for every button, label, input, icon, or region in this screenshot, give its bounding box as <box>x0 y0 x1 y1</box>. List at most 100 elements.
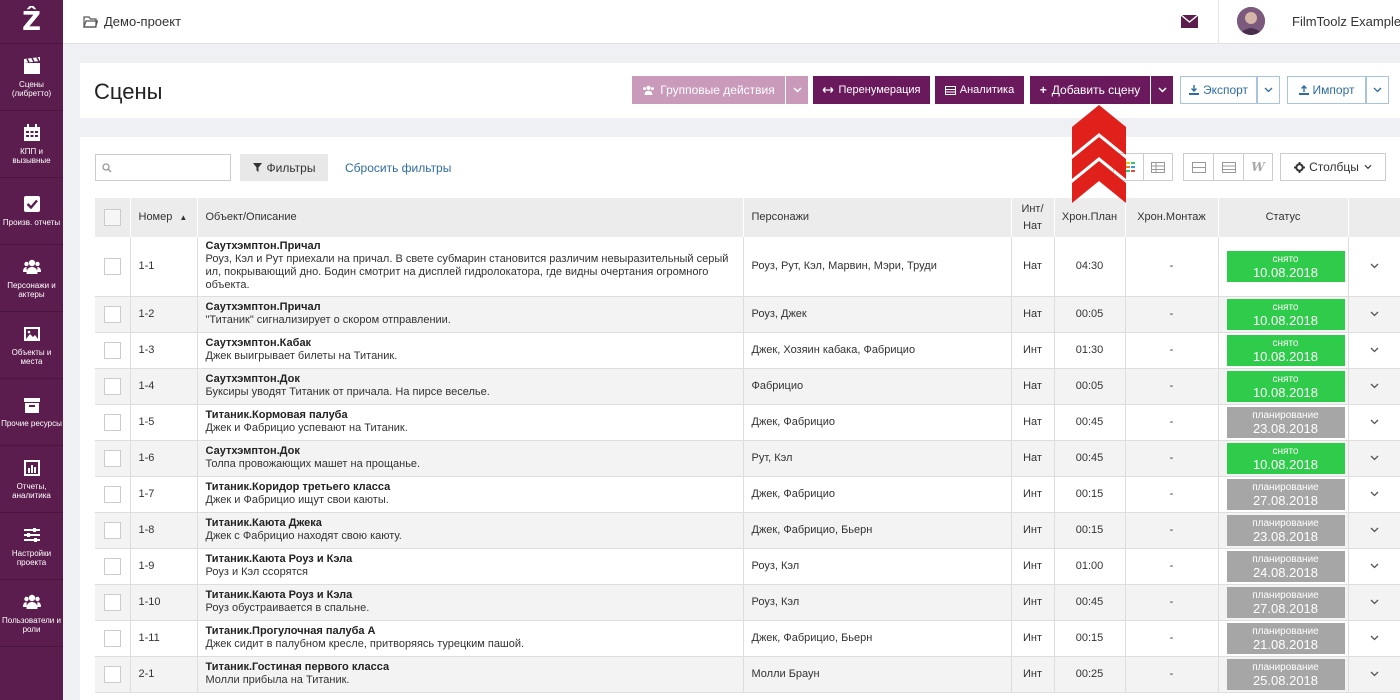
status-badge[interactable]: планирование 23.08.2018 <box>1226 406 1345 438</box>
chevron-down-icon[interactable] <box>1370 263 1379 269</box>
scene-object-cell[interactable]: Саутхэмптон.Причал "Титаник" сигнализируе… <box>197 296 744 333</box>
chevron-down-icon[interactable] <box>1370 671 1379 677</box>
analytics-button[interactable]: Аналитика <box>935 76 1024 104</box>
col-number[interactable]: Номер ▲ <box>130 198 198 237</box>
add-scene-dropdown[interactable] <box>1151 76 1173 104</box>
col-chron-montage[interactable]: Хрон.Монтаж <box>1125 198 1219 237</box>
chevron-down-icon[interactable] <box>1370 599 1379 605</box>
sidebar-item-users[interactable]: Пользователи и роли <box>0 580 63 647</box>
status-badge[interactable]: снято 10.08.2018 <box>1226 442 1345 474</box>
sidebar-item-kpp[interactable]: КПП и вызывные <box>0 111 63 178</box>
search-box[interactable] <box>95 154 231 181</box>
chevron-down-icon[interactable] <box>1370 419 1379 425</box>
scene-object-cell[interactable]: Титаник.Гостиная первого класса Молли при… <box>197 656 744 693</box>
chevron-down-icon[interactable] <box>1370 527 1379 533</box>
import-dropdown[interactable] <box>1366 76 1389 104</box>
export-button[interactable]: Экспорт <box>1180 76 1257 104</box>
row-checkbox[interactable] <box>103 377 121 395</box>
row-checkbox[interactable] <box>103 485 121 503</box>
columns-button[interactable]: Столбцы <box>1280 153 1386 181</box>
scene-object-cell[interactable]: Саутхэмптон.Док Буксиры уводят Титаник от… <box>197 368 744 405</box>
chevron-down-icon[interactable] <box>1370 383 1379 389</box>
status-badge[interactable]: планирование 23.08.2018 <box>1226 514 1345 546</box>
col-status[interactable]: Статус <box>1218 198 1349 237</box>
table-row[interactable]: 1-9 Титаник.Каюта Роуз и Кэла Роуз и Кэл с… <box>95 548 1400 585</box>
row-checkbox[interactable] <box>103 257 121 275</box>
table-row[interactable]: 1-7 Титаник.Коридор третьего класса Джек и… <box>95 476 1400 513</box>
project-switcher[interactable]: Демо-проект <box>83 14 181 29</box>
scene-object-cell[interactable]: Титаник.Каюта Джека Джек с Фабрицио наход… <box>197 512 744 549</box>
chevron-down-icon[interactable] <box>1370 491 1379 497</box>
chevron-down-icon[interactable] <box>1370 347 1379 353</box>
scene-object-cell[interactable]: Титаник.Прогулочная палуба А Джек сидит в… <box>197 620 744 657</box>
row-checkbox[interactable] <box>103 557 121 575</box>
col-int-nat[interactable]: Инт/ Нат <box>1011 198 1055 237</box>
scene-object-cell[interactable]: Саутхэмптон.Док Толпа провожающих машет н… <box>197 440 744 477</box>
status-badge[interactable]: планирование 24.08.2018 <box>1226 550 1345 582</box>
status-badge[interactable]: снято 10.08.2018 <box>1226 298 1345 330</box>
select-all-checkbox[interactable] <box>103 209 121 226</box>
import-button[interactable]: Импорт <box>1287 76 1366 104</box>
table-row[interactable]: 1-6 Саутхэмптон.Док Толпа провожающих маше… <box>95 440 1400 477</box>
sidebar-item-reports[interactable]: Произв. отчеты <box>0 178 63 245</box>
row-checkbox[interactable] <box>103 593 121 611</box>
add-scene-button[interactable]: + Добавить сцену <box>1030 76 1150 104</box>
status-badge[interactable]: снято 10.08.2018 <box>1226 250 1345 282</box>
status-badge[interactable]: снято 10.08.2018 <box>1226 370 1345 402</box>
table-row[interactable]: 1-4 Саутхэмптон.Док Буксиры уводят Титаник… <box>95 368 1400 405</box>
status-badge[interactable]: планирование 27.08.2018 <box>1226 586 1345 618</box>
sidebar-item-characters[interactable]: Персонажи и актеры <box>0 245 63 312</box>
row-checkbox[interactable] <box>103 341 121 359</box>
export-dropdown[interactable] <box>1257 76 1280 104</box>
row-checkbox[interactable] <box>103 305 121 323</box>
row-checkbox[interactable] <box>103 665 121 683</box>
wrap-text-button[interactable]: W <box>1244 154 1272 180</box>
status-badge[interactable]: снято 10.08.2018 <box>1226 334 1345 366</box>
mail-icon[interactable] <box>1181 15 1198 28</box>
chevron-down-icon[interactable] <box>1370 311 1379 317</box>
col-object[interactable]: Объект/Описание <box>197 198 744 237</box>
avatar[interactable] <box>1237 7 1265 35</box>
scene-object-cell[interactable]: Саутхэмптон.Кабак Джек выигрывает билеты … <box>197 332 744 369</box>
density-medium-button[interactable] <box>1214 154 1244 180</box>
sidebar-item-locations[interactable]: Объекты и места <box>0 312 63 379</box>
scene-object-cell[interactable]: Саутхэмптон.Причал Роуз, Кэл и Рут приеха… <box>197 237 744 297</box>
username[interactable]: FilmToolz Example <box>1292 14 1400 29</box>
logo[interactable]: Ẑ <box>0 0 63 44</box>
table-row[interactable]: 1-5 Титаник.Кормовая палуба Джек и Фабрици… <box>95 404 1400 441</box>
table-row[interactable]: 1-3 Саутхэмптон.Кабак Джек выигрывает биле… <box>95 332 1400 369</box>
row-checkbox[interactable] <box>103 521 121 539</box>
chevron-down-icon[interactable] <box>1370 455 1379 461</box>
group-actions-dropdown[interactable] <box>786 76 808 104</box>
renumber-button[interactable]: Перенумерация <box>813 76 930 104</box>
status-badge[interactable]: планирование 25.08.2018 <box>1226 658 1345 690</box>
sidebar-item-settings[interactable]: Настройки проекта <box>0 513 63 580</box>
view-grid-button[interactable] <box>1144 154 1173 180</box>
group-actions-button[interactable]: Групповые действия <box>632 76 785 104</box>
search-input[interactable] <box>116 158 226 177</box>
scene-object-cell[interactable]: Титаник.Каюта Роуз и Кэла Роуз обустраива… <box>197 584 744 621</box>
density-large-button[interactable] <box>1184 154 1214 180</box>
filters-button[interactable]: Фильтры <box>240 154 328 181</box>
chevron-down-icon[interactable] <box>1370 635 1379 641</box>
scene-object-cell[interactable]: Титаник.Коридор третьего класса Джек и Фа… <box>197 476 744 513</box>
table-row[interactable]: 1-10 Титаник.Каюта Роуз и Кэла Роуз обустр… <box>95 584 1400 621</box>
reset-filters-link[interactable]: Сбросить фильтры <box>345 161 451 175</box>
table-row[interactable]: 1-8 Титаник.Каюта Джека Джек с Фабрицио на… <box>95 512 1400 549</box>
scene-object-cell[interactable]: Титаник.Каюта Роуз и Кэла Роуз и Кэл ссор… <box>197 548 744 585</box>
status-badge[interactable]: планирование 27.08.2018 <box>1226 478 1345 510</box>
table-row[interactable]: 2-1 Титаник.Гостиная первого класса Молли … <box>95 656 1400 693</box>
status-badge[interactable]: планирование 21.08.2018 <box>1226 622 1345 654</box>
chevron-down-icon[interactable] <box>1370 563 1379 569</box>
table-row[interactable]: 1-11 Титаник.Прогулочная палуба А Джек сид… <box>95 620 1400 657</box>
sidebar-item-analytics[interactable]: Отчеты, аналитика <box>0 446 63 513</box>
sidebar-item-scenes[interactable]: Сцены (либретто) <box>0 44 63 111</box>
table-row[interactable]: 1-1 Саутхэмптон.Причал Роуз, Кэл и Рут при… <box>95 237 1400 297</box>
scene-object-cell[interactable]: Титаник.Кормовая палуба Джек и Фабрицио у… <box>197 404 744 441</box>
row-checkbox[interactable] <box>103 449 121 467</box>
row-checkbox[interactable] <box>103 413 121 431</box>
table-row[interactable]: 1-2 Саутхэмптон.Причал "Титаник" сигнализи… <box>95 296 1400 333</box>
col-characters[interactable]: Персонажи <box>743 198 1012 237</box>
row-checkbox[interactable] <box>103 629 121 647</box>
sidebar-item-resources[interactable]: Прочие ресурсы <box>0 379 63 446</box>
